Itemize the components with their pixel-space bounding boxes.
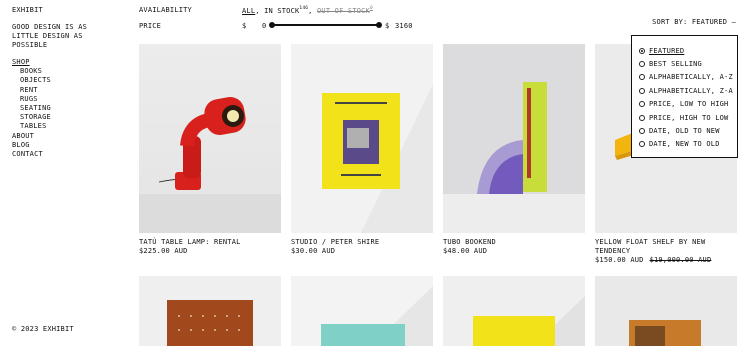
sort-option-price-high-low[interactable]: PRICE, HIGH TO LOW [639, 111, 737, 124]
sort-dropdown: FEATURED BEST SELLING ALPHABETICALLY, A-… [631, 35, 738, 158]
sort-option-label: PRICE, HIGH TO LOW [649, 113, 729, 122]
sort-option-label: BEST SELLING [649, 60, 702, 69]
sort-option-label: DATE, NEW TO OLD [649, 140, 720, 149]
price-label: PRICE [139, 22, 162, 30]
product-name[interactable]: YELLOW FLOAT SHELF BY NEW TENDENCY [595, 238, 737, 256]
product-price: $150.00 AUD $19,000.00 AUD [595, 256, 737, 265]
product-sale-price: $150.00 AUD [595, 256, 644, 264]
radio-icon [639, 61, 645, 68]
product-price: $225.00 AUD [139, 247, 188, 255]
in-stock-label: IN STOCK [264, 7, 300, 15]
nav-tables[interactable]: TABLES [12, 122, 51, 131]
nav-blog[interactable]: BLOG [12, 141, 51, 150]
radio-icon [639, 128, 645, 135]
sort-option-alpha-az[interactable]: ALPHABETICALLY, A-Z [639, 71, 737, 84]
product-image-bookend[interactable] [443, 44, 585, 233]
out-of-stock-label: OUT OF STOCK [317, 7, 370, 15]
sort-option-alpha-za[interactable]: ALPHABETICALLY, Z-A [639, 84, 737, 97]
price-slider-track[interactable] [272, 24, 379, 26]
price-max-currency: $ [385, 22, 390, 30]
product-original-price: $19,000.00 AUD [649, 256, 712, 264]
price-slider-min-handle[interactable] [269, 22, 275, 28]
book-illustration [291, 44, 433, 233]
product-card[interactable]: TUBO BOOKEND $48.00 AUD [443, 44, 585, 256]
yellow-book-illustration [443, 276, 585, 346]
sort-option-label: ALPHABETICALLY, Z-A [649, 86, 733, 95]
availability-separator: , [255, 7, 265, 15]
sort-option-price-low-high[interactable]: PRICE, LOW TO HIGH [639, 98, 737, 111]
tagline: GOOD DESIGN IS AS LITTLE DESIGN AS POSSI… [12, 23, 88, 49]
sort-option-label: FEATURED [649, 46, 685, 55]
price-min-value[interactable]: 0 [262, 22, 266, 30]
radio-icon [639, 87, 645, 94]
nav-seating[interactable]: SEATING [12, 104, 51, 113]
orange-book-illustration [629, 320, 701, 346]
nav-shop[interactable]: SHOP [12, 58, 51, 67]
availability-out-of-stock[interactable]: OUT OF STOCK0 [317, 6, 373, 15]
sidebar-nav: SHOP BOOKS OBJECTS RENT RUGS SEATING STO… [12, 58, 51, 159]
sort-by-button[interactable]: SORT BY: FEATURED — [652, 18, 736, 26]
sort-option-label: PRICE, LOW TO HIGH [649, 100, 729, 109]
radio-icon [639, 114, 645, 121]
product-image-row2-4[interactable] [595, 276, 737, 346]
price-max-value[interactable]: 3160 [395, 22, 413, 30]
sort-option-date-new-old[interactable]: DATE, NEW TO OLD [639, 138, 737, 151]
teal-book-illustration [291, 276, 433, 346]
availability-options: ALL, IN STOCK146, OUT OF STOCK0 [242, 6, 373, 15]
sort-option-best-selling[interactable]: BEST SELLING [639, 57, 737, 70]
product-name[interactable]: TUBO BOOKEND [443, 238, 585, 247]
product-image-row2-3[interactable] [443, 276, 585, 346]
nav-contact[interactable]: CONTACT [12, 150, 51, 159]
sort-option-featured[interactable]: FEATURED [639, 44, 737, 57]
price-slider-max-handle[interactable] [376, 22, 382, 28]
wood-panel-illustration [167, 300, 253, 346]
radio-icon [639, 74, 645, 81]
radio-selected-icon [639, 47, 645, 54]
availability-in-stock[interactable]: IN STOCK146 [264, 6, 309, 15]
nav-objects[interactable]: OBJECTS [12, 76, 51, 85]
radio-icon [639, 141, 645, 148]
nav-rent[interactable]: RENT [12, 86, 51, 95]
price-min-currency: $ [242, 22, 247, 30]
red-lamp-illustration [139, 97, 281, 233]
product-name[interactable]: TATÙ TABLE LAMP: RENTAL [139, 238, 281, 247]
sort-option-date-old-new[interactable]: DATE, OLD TO NEW [639, 124, 737, 137]
nav-about[interactable]: ABOUT [12, 132, 51, 141]
sort-option-label: ALPHABETICALLY, A-Z [649, 73, 733, 82]
product-image-book[interactable] [291, 44, 433, 233]
product-price: $48.00 AUD [443, 247, 488, 255]
bookend-illustration [443, 82, 585, 233]
brand-logo[interactable]: EXHIBIT [12, 6, 43, 14]
product-card[interactable]: TATÙ TABLE LAMP: RENTAL $225.00 AUD [139, 44, 281, 256]
product-image-row2-1[interactable] [139, 276, 281, 346]
product-image-lamp[interactable] [139, 44, 281, 233]
product-card[interactable]: STUDIO / PETER SHIRE $30.00 AUD [291, 44, 433, 256]
out-of-stock-count: 0 [369, 6, 373, 11]
radio-icon [639, 101, 645, 108]
sort-option-label: DATE, OLD TO NEW [649, 127, 720, 136]
product-image-row2-2[interactable] [291, 276, 433, 346]
availability-separator: , [308, 7, 317, 15]
in-stock-count: 146 [299, 6, 309, 11]
nav-storage[interactable]: STORAGE [12, 113, 51, 122]
product-price: $30.00 AUD [291, 247, 336, 255]
availability-all[interactable]: ALL [242, 7, 255, 15]
nav-books[interactable]: BOOKS [12, 67, 51, 76]
footer-copyright: © 2023 EXHIBIT [12, 325, 74, 333]
availability-label: AVAILABILITY [139, 6, 192, 14]
product-name[interactable]: STUDIO / PETER SHIRE [291, 238, 433, 247]
nav-rugs[interactable]: RUGS [12, 95, 51, 104]
